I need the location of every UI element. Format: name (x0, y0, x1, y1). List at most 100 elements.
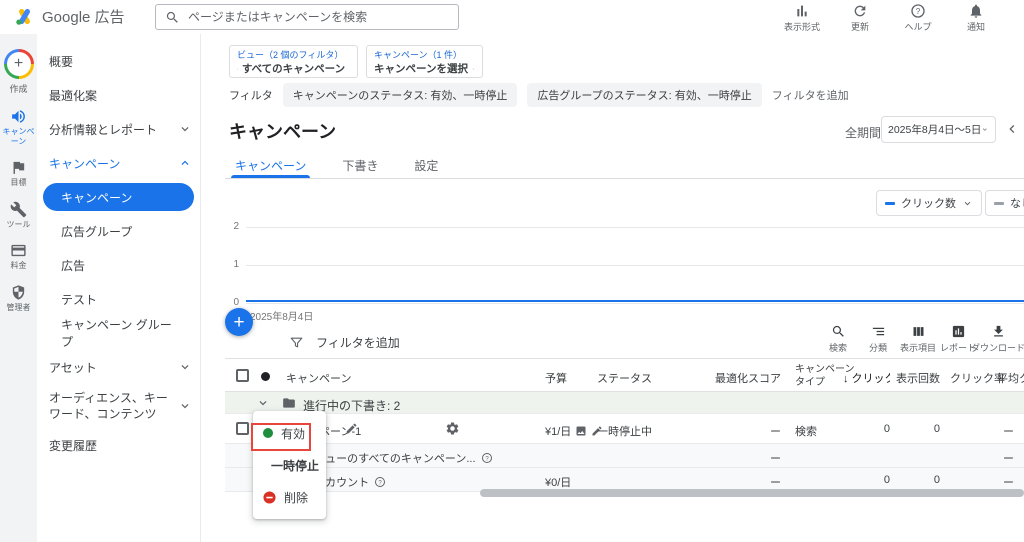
home-icon (237, 68, 238, 69)
column-header-campaign[interactable]: キャンペーン (286, 370, 351, 386)
date-range-picker[interactable]: 2025年8月4日～5日 (881, 116, 996, 143)
view-selector-value: すべてのキャンペーン (241, 63, 346, 75)
tab-campaigns[interactable]: キャンペーン (230, 152, 311, 178)
table-add-filter-button[interactable]: フィルタを追加 (289, 334, 400, 351)
campaign-row[interactable]: キャンペーン-1 ¥1/日 一時停止中 ー 検索 0 0 ー (225, 414, 1024, 444)
sidebar-section-assets[interactable]: アセット (37, 350, 200, 384)
rail-item-goals[interactable]: 目標 (0, 159, 37, 188)
view-selector[interactable]: ビュー（2 個のフィルタ） すべてのキャンペーン (229, 45, 358, 78)
sidebar-section-campaigns[interactable]: キャンペーン (37, 146, 200, 180)
annotation-highlight-enabled (251, 423, 311, 451)
notifications-button[interactable]: 通知 (954, 3, 998, 33)
collapse-panel-button[interactable] (1004, 121, 1020, 140)
table-segment-button[interactable]: 分類 (858, 324, 898, 354)
horizontal-scrollbar[interactable] (480, 489, 1024, 497)
sidebar-item-label: 広告グループ (61, 224, 133, 239)
edit-icon[interactable] (345, 422, 358, 435)
row-checkbox[interactable] (236, 422, 249, 435)
sidebar-item-overview[interactable]: 概要 (37, 44, 200, 78)
budget-cell[interactable]: ¥1/日 (545, 423, 603, 439)
segment-icon (872, 327, 884, 336)
impressions-cell: 0 (933, 474, 940, 486)
column-header-clicks[interactable]: ↓ クリック数 (843, 370, 890, 386)
tab-label: 設定 (414, 158, 439, 173)
search-icon (166, 11, 178, 23)
sidebar-item-campaign-groups[interactable]: キャンペーン グループ (37, 316, 200, 350)
column-header-budget[interactable]: 予算 (545, 370, 567, 386)
sidebar-item-label: 広告 (61, 258, 86, 273)
sidebar-item-change-history[interactable]: 変更履歴 (37, 428, 200, 462)
tool-label: 検索 (828, 343, 847, 353)
select-all-checkbox[interactable] (236, 369, 249, 382)
status-option-remove[interactable]: 削除 (253, 481, 326, 513)
google-ads-logo (16, 8, 30, 25)
download-icon (993, 325, 1003, 337)
chevron-down-icon[interactable] (256, 396, 270, 410)
display-format-button[interactable]: 表示形式 (780, 3, 824, 33)
sidebar-item-campaigns[interactable]: キャンペーン (43, 183, 194, 211)
help-icon[interactable]: ? (374, 476, 386, 488)
clicks-series-line (246, 300, 1024, 302)
column-header-impressions[interactable]: 表示回数 (891, 370, 940, 386)
table-search-button[interactable]: 検索 (818, 324, 858, 354)
search-icon (832, 325, 844, 337)
sidebar-item-ad-groups[interactable]: 広告グループ (37, 214, 200, 248)
status-option-paused[interactable]: 一時停止 (253, 449, 326, 481)
chevron-down-icon (349, 68, 350, 69)
clicks-cell: 0 (883, 423, 890, 435)
settings-gear-icon[interactable] (445, 421, 460, 436)
status-cell[interactable]: 一時停止中 (597, 423, 652, 439)
tool-label: 分類 (868, 343, 887, 353)
filter-chip-campaign-status[interactable]: キャンペーンのステータス: 有効、一時停止 (282, 83, 518, 107)
refresh-button[interactable]: 更新 (838, 3, 882, 33)
ctr-cell: ー (1003, 453, 1014, 465)
rail-item-label: 管理者 (6, 302, 31, 312)
sidebar-section-audiences[interactable]: オーディエンス、キーワード、コンテンツ (37, 384, 200, 428)
campaign-picker[interactable]: キャンペーン（1 件） キャンペーンを選択 (366, 45, 483, 78)
funnel-icon (290, 337, 303, 348)
sidebar-section-insights[interactable]: 分析情報とレポート (37, 112, 200, 146)
column-header-avg-cpc[interactable]: 平均クリック単価 (997, 370, 1024, 386)
metric-selector-secondary[interactable]: なし (985, 190, 1024, 216)
new-campaign-fab[interactable]: + (225, 308, 253, 336)
chevron-down-icon (472, 68, 475, 70)
sidebar-item-ads[interactable]: 広告 (37, 248, 200, 282)
campaign-picker-caption: キャンペーン（1 件） (374, 50, 463, 60)
sidebar-item-recommendations[interactable]: 最適化案 (37, 78, 200, 112)
tab-drafts[interactable]: 下書き (342, 152, 378, 178)
metric-selector-primary[interactable]: クリック数 (876, 190, 982, 216)
tool-label: ダウンロード (971, 343, 1024, 353)
column-header-status[interactable]: ステータス (597, 370, 652, 386)
add-filter-link[interactable]: フィルタを追加 (772, 87, 849, 103)
view-selector-caption: ビュー（2 個のフィルタ） (237, 50, 344, 60)
create-button[interactable]: + (3, 49, 34, 79)
refresh-icon (854, 5, 866, 17)
chevron-down-icon (983, 128, 988, 131)
opt-score-cell: ー (770, 477, 781, 489)
rail-item-label: 目標 (10, 178, 27, 188)
sidebar-item-label: 最適化案 (49, 88, 98, 103)
image-icon (576, 426, 586, 436)
chevron-down-icon (964, 201, 971, 205)
rail-item-billing[interactable]: 料金 (0, 242, 37, 271)
global-search[interactable] (155, 4, 459, 30)
sidebar-item-label: 分析情報とレポート (49, 122, 158, 137)
column-header-opt-score[interactable]: 最適化スコア (703, 370, 781, 386)
rail-item-tools[interactable]: ツール (0, 201, 37, 230)
rail-item-admin[interactable]: 管理者 (0, 284, 37, 313)
metric-primary-value: クリック数 (901, 198, 956, 210)
tab-settings[interactable]: 設定 (414, 152, 438, 178)
topbar: Google 広告 表示形式 更新 ? ヘルプ (0, 0, 1024, 34)
help-button[interactable]: ? ヘルプ (896, 3, 940, 33)
search-input[interactable] (188, 10, 449, 24)
table-download-button[interactable]: ダウンロード (971, 324, 1024, 354)
rail-item-campaigns[interactable]: キャンペーン (0, 108, 37, 146)
filter-chip-adgroup-status[interactable]: 広告グループのステータス: 有効、一時停止 (527, 83, 762, 107)
drafts-group-row[interactable]: 進行中の下書き: 2 (225, 392, 1024, 414)
table-columns-button[interactable]: 表示項目 (898, 324, 938, 354)
gridline (246, 227, 1024, 228)
display-format-icon (797, 5, 807, 17)
help-icon[interactable]: ? (481, 452, 493, 464)
sidebar-item-experiments[interactable]: テスト (37, 282, 200, 316)
sidebar-item-label: アセット (49, 360, 97, 375)
